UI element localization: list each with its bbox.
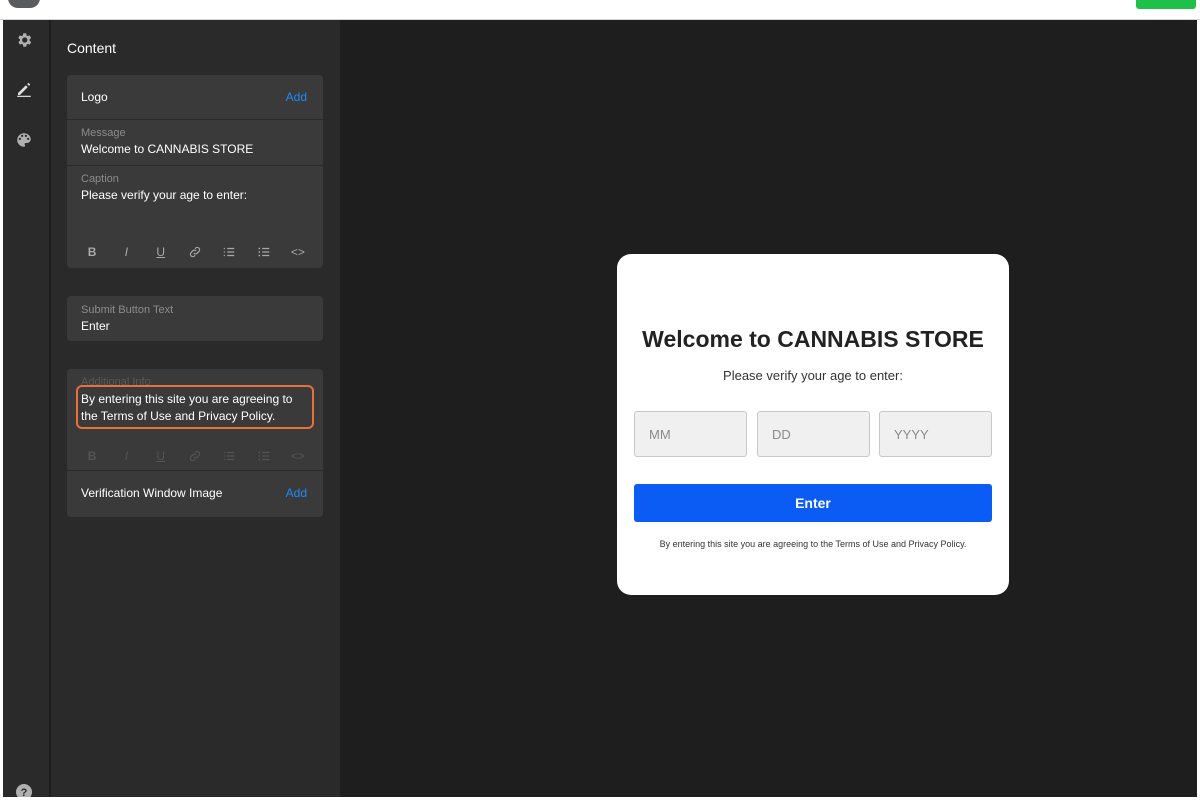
link-icon[interactable]	[185, 242, 205, 262]
window-image-add-link[interactable]: Add	[286, 486, 307, 500]
code-button[interactable]: <>	[288, 446, 308, 466]
caption-label: Caption	[81, 173, 119, 185]
help-icon[interactable]: ?	[14, 782, 34, 797]
submit-value[interactable]: Enter	[81, 319, 110, 333]
message-label: Message	[81, 127, 126, 139]
bold-button[interactable]: B	[82, 242, 102, 262]
content-panel: Content Logo Add Message Welcome to CANN…	[51, 20, 340, 797]
focus-highlight	[76, 385, 314, 429]
browser-frame: ? Content Logo Add Message Welcome to CA…	[0, 0, 1200, 800]
additional-toolbar: B I U <>	[67, 442, 323, 470]
message-field[interactable]: Message Welcome to CANNABIS STORE	[67, 120, 323, 166]
content-card: Logo Add Message Welcome to CANNABIS STO…	[67, 75, 323, 268]
top-bar	[0, 0, 1200, 20]
modal-title: Welcome to CANNABIS STORE	[642, 326, 984, 352]
day-input[interactable]	[757, 411, 870, 457]
window-image-row: Verification Window Image Add	[67, 471, 323, 517]
editor-app: ? Content Logo Add Message Welcome to CA…	[3, 20, 1197, 797]
pencil-icon[interactable]	[14, 79, 34, 99]
caption-field[interactable]: Caption Please verify your age to enter:…	[67, 166, 323, 268]
underline-button[interactable]: U	[151, 242, 171, 262]
bullet-list-icon[interactable]	[254, 242, 274, 262]
help-glyph: ?	[21, 787, 28, 797]
italic-button[interactable]: I	[116, 242, 136, 262]
month-input[interactable]	[634, 411, 747, 457]
bold-button[interactable]: B	[82, 446, 102, 466]
submit-card[interactable]: Submit Button Text Enter	[67, 296, 323, 341]
modal-caption: Please verify your age to enter:	[723, 368, 903, 383]
link-icon[interactable]	[185, 446, 205, 466]
modal-info-text: By entering this site you are agreeing t…	[659, 539, 967, 549]
window-image-label: Verification Window Image	[81, 486, 223, 500]
panel-title: Content	[67, 40, 117, 56]
palette-icon[interactable]	[14, 130, 34, 150]
submit-label: Submit Button Text	[81, 304, 174, 316]
logo-add-link[interactable]: Add	[286, 90, 307, 104]
preview-canvas: Welcome to CANNABIS STORE Please verify …	[340, 20, 1197, 797]
numbered-list-icon[interactable]	[219, 242, 239, 262]
enter-button[interactable]: Enter	[634, 484, 992, 522]
additional-info-field[interactable]: Additional Info By entering this site yo…	[67, 369, 323, 471]
status-indicator[interactable]	[1136, 0, 1196, 9]
logo-label: Logo	[81, 90, 108, 104]
bullet-list-icon[interactable]	[254, 446, 274, 466]
year-input[interactable]	[879, 411, 992, 457]
code-button[interactable]: <>	[288, 242, 308, 262]
numbered-list-icon[interactable]	[219, 446, 239, 466]
icon-rail: ?	[3, 20, 50, 797]
age-verification-modal: Welcome to CANNABIS STORE Please verify …	[617, 254, 1009, 595]
underline-button[interactable]: U	[151, 446, 171, 466]
additional-card: Additional Info By entering this site yo…	[67, 369, 323, 517]
caption-value[interactable]: Please verify your age to enter:	[81, 188, 247, 202]
avatar[interactable]	[8, 0, 40, 8]
gear-icon[interactable]	[14, 30, 34, 50]
logo-row: Logo Add	[67, 75, 323, 120]
message-value[interactable]: Welcome to CANNABIS STORE	[81, 142, 253, 156]
italic-button[interactable]: I	[116, 446, 136, 466]
caption-toolbar: B I U <>	[67, 238, 323, 266]
